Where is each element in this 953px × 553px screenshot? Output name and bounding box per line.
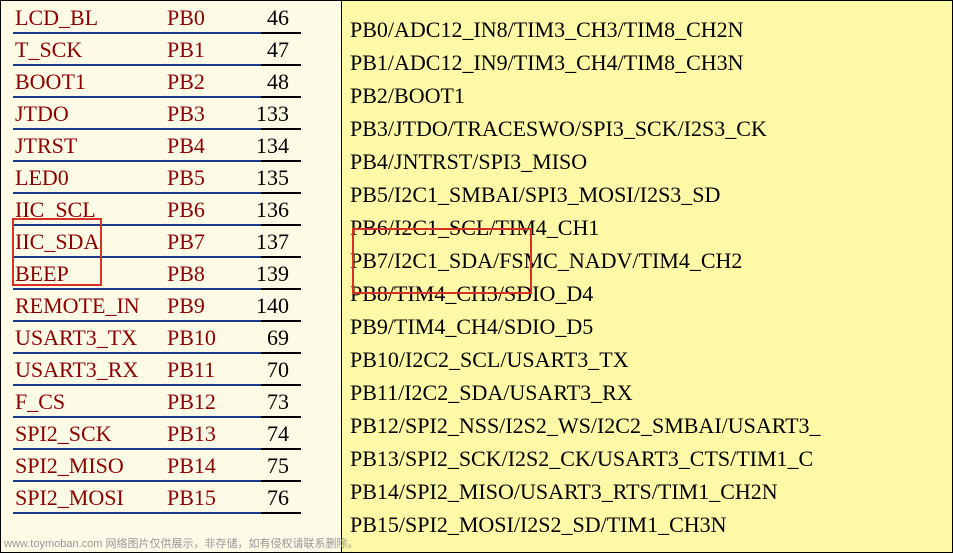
pin-row: LED0PB5135: [1, 165, 341, 197]
pin-port: PB1: [167, 37, 247, 63]
pin-number: 135: [247, 165, 293, 191]
pin-row: T_SCKPB147: [1, 37, 341, 69]
pin-label: IIC_SCL: [15, 197, 167, 223]
pin-function-line: PB11/I2C2_SDA/USART3_RX: [350, 376, 944, 409]
pin-number: 73: [247, 389, 293, 415]
pin-port: PB5: [167, 165, 247, 191]
pin-function-line: PB10/I2C2_SCL/USART3_TX: [350, 343, 944, 376]
pin-port: PB3: [167, 101, 247, 127]
pin-function-line: PB7/I2C1_SDA/FSMC_NADV/TIM4_CH2: [350, 244, 944, 277]
pin-row: REMOTE_INPB9140: [1, 293, 341, 325]
pin-label: USART3_RX: [15, 357, 167, 383]
watermark-text: www.toymoban.com 网络图片仅供展示，非存储，如有侵权请联系删除。: [4, 535, 358, 551]
pinout-table: LCD_BLPB046T_SCKPB147BOOT1PB248JTDOPB313…: [0, 0, 342, 553]
pin-row: SPI2_MOSIPB1576: [1, 485, 341, 517]
pin-function-line: PB13/SPI2_SCK/I2S2_CK/USART3_CTS/TIM1_C: [350, 442, 944, 475]
pin-function-line: PB14/SPI2_MISO/USART3_RTS/TIM1_CH2N: [350, 475, 944, 508]
pin-label: BOOT1: [15, 69, 167, 95]
pin-number: 136: [247, 197, 293, 223]
pin-label: T_SCK: [15, 37, 167, 63]
layout-container: LCD_BLPB046T_SCKPB147BOOT1PB248JTDOPB313…: [0, 0, 953, 553]
pin-port: PB12: [167, 389, 247, 415]
pin-number: 74: [247, 421, 293, 447]
pin-label: SPI2_MOSI: [15, 485, 167, 511]
pin-number: 140: [247, 293, 293, 319]
pin-number: 47: [247, 37, 293, 63]
pin-function-list: PB0/ADC12_IN8/TIM3_CH3/TIM8_CH2NPB1/ADC1…: [342, 0, 953, 553]
pin-number: 70: [247, 357, 293, 383]
pin-label: SPI2_SCK: [15, 421, 167, 447]
pin-row: IIC_SDAPB7137: [1, 229, 341, 261]
pin-port: PB4: [167, 133, 247, 159]
pin-number: 137: [247, 229, 293, 255]
pin-label: USART3_TX: [15, 325, 167, 351]
pin-function-line: PB5/I2C1_SMBAI/SPI3_MOSI/I2S3_SD: [350, 178, 944, 211]
pin-number: 48: [247, 69, 293, 95]
pin-port: PB11: [167, 357, 247, 383]
pin-port: PB15: [167, 485, 247, 511]
pin-label: IIC_SDA: [15, 229, 167, 255]
pin-function-line: PB2/BOOT1: [350, 79, 944, 112]
pin-port: PB14: [167, 453, 247, 479]
pin-row: JTDOPB3133: [1, 101, 341, 133]
pin-function-line: PB15/SPI2_MOSI/I2S2_SD/TIM1_CH3N: [350, 508, 944, 541]
pin-label: F_CS: [15, 389, 167, 415]
pin-label: JTDO: [15, 101, 167, 127]
pin-row: BOOT1PB248: [1, 69, 341, 101]
pin-row: LCD_BLPB046: [1, 5, 341, 37]
pin-row: F_CSPB1273: [1, 389, 341, 421]
pin-label: REMOTE_IN: [15, 293, 167, 319]
pin-row: SPI2_MISOPB1475: [1, 453, 341, 485]
pin-number: 134: [247, 133, 293, 159]
pin-function-line: PB4/JNTRST/SPI3_MISO: [350, 145, 944, 178]
pin-port: PB10: [167, 325, 247, 351]
pin-label: LED0: [15, 165, 167, 191]
pin-number: 133: [247, 101, 293, 127]
pin-number: 46: [247, 5, 293, 31]
pin-port: PB2: [167, 69, 247, 95]
pin-number: 76: [247, 485, 293, 511]
pin-label: SPI2_MISO: [15, 453, 167, 479]
pin-label: BEEP: [15, 261, 167, 287]
pin-row: USART3_RXPB1170: [1, 357, 341, 389]
pin-function-line: PB6/I2C1_SCL/TIM4_CH1: [350, 211, 944, 244]
pin-row: JTRSTPB4134: [1, 133, 341, 165]
pin-number: 69: [247, 325, 293, 351]
pin-function-line: PB0/ADC12_IN8/TIM3_CH3/TIM8_CH2N: [350, 13, 944, 46]
pin-port: PB0: [167, 5, 247, 31]
pin-label: JTRST: [15, 133, 167, 159]
pin-function-line: PB3/JTDO/TRACESWO/SPI3_SCK/I2S3_CK: [350, 112, 944, 145]
pin-function-line: PB1/ADC12_IN9/TIM3_CH4/TIM8_CH3N: [350, 46, 944, 79]
pin-port: PB7: [167, 229, 247, 255]
pin-function-line: PB9/TIM4_CH4/SDIO_D5: [350, 310, 944, 343]
pin-row: IIC_SCLPB6136: [1, 197, 341, 229]
pin-port: PB6: [167, 197, 247, 223]
pin-function-line: PB8/TIM4_CH3/SDIO_D4: [350, 277, 944, 310]
pin-port: PB9: [167, 293, 247, 319]
pin-row: USART3_TXPB1069: [1, 325, 341, 357]
pin-row: BEEPPB8139: [1, 261, 341, 293]
pin-number: 139: [247, 261, 293, 287]
pin-function-line: PB12/SPI2_NSS/I2S2_WS/I2C2_SMBAI/USART3_: [350, 409, 944, 442]
pin-row: SPI2_SCKPB1374: [1, 421, 341, 453]
pin-port: PB8: [167, 261, 247, 287]
pin-port: PB13: [167, 421, 247, 447]
pin-number: 75: [247, 453, 293, 479]
pin-label: LCD_BL: [15, 5, 167, 31]
